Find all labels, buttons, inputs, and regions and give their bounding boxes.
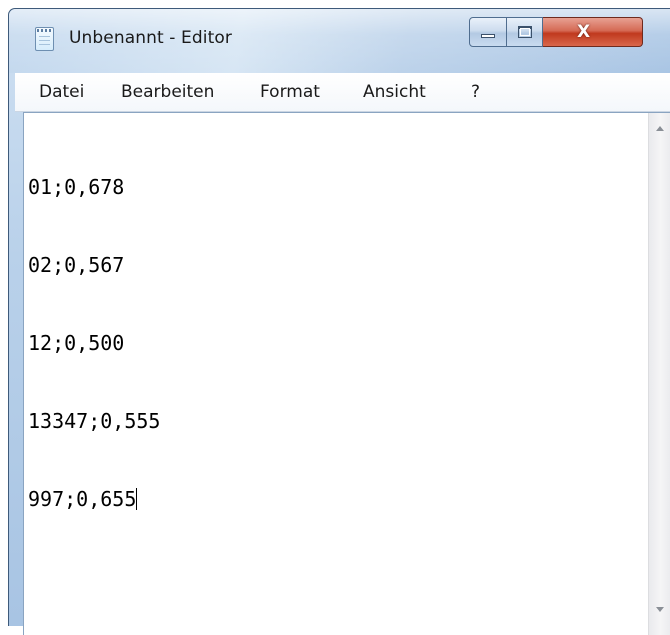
minimize-button[interactable] [469, 17, 507, 47]
text-line: 02;0,567 [28, 253, 125, 277]
menu-item-help[interactable]: ? [471, 82, 480, 102]
maximize-icon [517, 26, 532, 38]
text-line: 12;0,500 [28, 331, 125, 355]
text-line: 13347;0,555 [28, 409, 161, 433]
text-editor[interactable]: 01;0,678 02;0,567 12;0,500 13347;0,555 9… [23, 112, 670, 635]
menu-item-bearbeiten[interactable]: Bearbeiten [121, 82, 214, 102]
text-caret [136, 488, 138, 510]
window-title: Unbenannt - Editor [69, 28, 232, 48]
close-button[interactable]: X [543, 17, 643, 47]
title-bar[interactable]: Unbenannt - Editor X [9, 9, 670, 73]
menu-bar: Datei Bearbeiten Format Ansicht ? [15, 73, 670, 112]
maximize-button[interactable] [507, 17, 543, 47]
notepad-window: Unbenannt - Editor X Datei Bearbeiten Fo… [8, 8, 670, 635]
close-icon: X [576, 22, 591, 42]
minimize-icon [481, 34, 495, 38]
menu-item-format[interactable]: Format [260, 82, 320, 102]
text-line-last-value: 997;0,655 [28, 487, 137, 511]
vertical-scrollbar[interactable] [648, 113, 670, 635]
caption-buttons: X [469, 17, 643, 49]
menu-item-datei[interactable]: Datei [39, 82, 84, 102]
notepad-icon[interactable] [35, 27, 54, 51]
text-line: 01;0,678 [28, 175, 125, 199]
scroll-down-arrow-icon[interactable] [656, 607, 664, 612]
menu-item-ansicht[interactable]: Ansicht [363, 82, 426, 102]
text-content[interactable]: 01;0,678 02;0,567 12;0,500 13347;0,555 9… [28, 122, 636, 622]
scroll-up-arrow-icon[interactable] [656, 126, 664, 131]
text-line-last: 997;0,655 [28, 486, 636, 512]
